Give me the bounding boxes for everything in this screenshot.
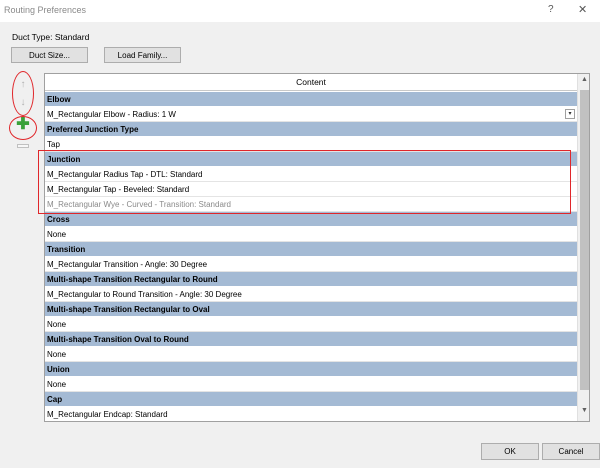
row-value: None	[47, 230, 67, 239]
section-label: Union	[47, 365, 70, 374]
help-icon[interactable]: ?	[548, 4, 554, 15]
cancel-button[interactable]: Cancel	[542, 443, 600, 460]
duct-size-button[interactable]: Duct Size...	[11, 47, 88, 63]
section-header: Junction	[45, 152, 577, 167]
section-header: Multi-shape Transition Rectangular to Ro…	[45, 272, 577, 287]
row-value: M_Rectangular Radius Tap - DTL: Standard	[47, 170, 203, 179]
grid-row[interactable]: M_Rectangular Transition - Angle: 30 Deg…	[45, 257, 577, 272]
row-value: M_Rectangular Transition - Angle: 30 Deg…	[47, 260, 208, 269]
vertical-scrollbar[interactable]: ▲ ▼	[577, 74, 589, 421]
grid-rows: Elbow M_Rectangular Elbow - Radius: 1 W ▾ P…	[45, 92, 577, 421]
load-family-button[interactable]: Load Family...	[104, 47, 181, 63]
ok-button[interactable]: OK	[481, 443, 539, 460]
chevron-down-icon[interactable]: ▾	[565, 109, 575, 119]
section-header: Union	[45, 362, 577, 377]
grid-row[interactable]: None	[45, 227, 577, 242]
grid-row[interactable]: None	[45, 317, 577, 332]
move-down-icon[interactable]: ↓	[14, 95, 32, 109]
section-header: Elbow	[45, 92, 577, 107]
section-label: Multi-shape Transition Rectangular to Ro…	[47, 275, 218, 284]
section-header: Preferred Junction Type	[45, 122, 577, 137]
section-label: Cross	[47, 215, 70, 224]
row-value: M_Rectangular Tap - Beveled: Standard	[47, 185, 190, 194]
row-value: None	[47, 350, 67, 359]
section-header: Multi-shape Transition Rectangular to Ov…	[45, 302, 577, 317]
window-title: Routing Preferences	[4, 5, 87, 15]
grid-row[interactable]: None	[45, 347, 577, 362]
grid-row[interactable]: M_Rectangular Radius Tap - DTL: Standard	[45, 167, 577, 182]
section-label: Transition	[47, 245, 86, 254]
grid-row[interactable]: M_Rectangular Tap - Beveled: Standard	[45, 182, 577, 197]
section-header: Cross	[45, 212, 577, 227]
grid-row[interactable]: M_Rectangular to Round Transition - Angl…	[45, 287, 577, 302]
section-header: Transition	[45, 242, 577, 257]
grid-row[interactable]: M_Rectangular Elbow - Radius: 1 W ▾	[45, 107, 577, 122]
row-value: None	[47, 320, 67, 329]
grid-row[interactable]: Tap	[45, 137, 577, 152]
section-label: Elbow	[47, 95, 71, 104]
section-header: Cap	[45, 392, 577, 407]
row-value: M_Rectangular Endcap: Standard	[47, 410, 168, 419]
row-value: M_Rectangular to Round Transition - Angl…	[47, 290, 242, 299]
row-tools: ↑ ↓ ✚	[12, 71, 34, 151]
section-label: Multi-shape Transition Oval to Round	[47, 335, 189, 344]
section-header: Multi-shape Transition Oval to Round	[45, 332, 577, 347]
row-value: M_Rectangular Wye - Curved - Transition:…	[47, 200, 232, 209]
duct-type-label: Duct Type: Standard	[12, 32, 90, 42]
section-label: Cap	[47, 395, 63, 404]
section-label: Junction	[47, 155, 81, 164]
grid-header-content: Content	[45, 74, 577, 91]
routing-grid: Content Elbow M_Rectangular Elbow - Radiu…	[44, 73, 590, 422]
grid-row[interactable]: M_Rectangular Wye - Curved - Transition:…	[45, 197, 577, 212]
grid-row[interactable]: M_Rectangular Endcap: Standard	[45, 407, 577, 421]
scroll-up-icon[interactable]: ▲	[578, 76, 589, 88]
row-value: Tap	[47, 140, 60, 149]
scroll-down-icon[interactable]: ▼	[578, 407, 589, 419]
move-up-icon[interactable]: ↑	[14, 77, 32, 91]
grid-row[interactable]: None	[45, 377, 577, 392]
section-label: Multi-shape Transition Rectangular to Ov…	[47, 305, 210, 314]
remove-row-icon[interactable]	[14, 139, 32, 153]
row-value: None	[47, 380, 67, 389]
add-row-icon[interactable]: ✚	[14, 117, 32, 133]
scroll-thumb[interactable]	[580, 90, 589, 390]
row-value: M_Rectangular Elbow - Radius: 1 W	[47, 110, 176, 119]
section-label: Preferred Junction Type	[47, 125, 139, 134]
title-bar: Routing Preferences ? ✕	[0, 0, 600, 22]
close-icon[interactable]: ✕	[578, 3, 587, 16]
